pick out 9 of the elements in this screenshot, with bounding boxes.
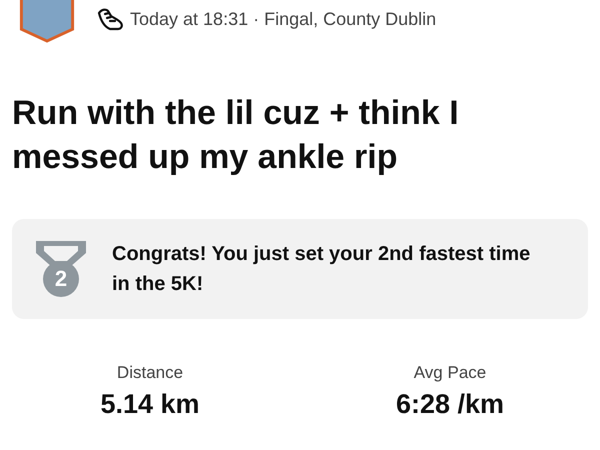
stat-label: Distance — [116, 363, 184, 383]
stat-label: Avg Pace — [414, 363, 486, 383]
medal-rank: 2 — [54, 267, 68, 291]
stat-value: 5.14 km — [100, 389, 200, 420]
shoe-icon — [96, 7, 124, 31]
achievement-message: Congrats! You just set your 2nd fastest time in the 5K! — [112, 242, 532, 297]
activity-title: Run with the lil cuz + think I messed up my ankle rip — [12, 93, 460, 178]
stat-value: 6:28 /km — [396, 389, 504, 420]
activity-time-location: Today at 18:31 · Fingal, County Dublin — [130, 8, 436, 30]
